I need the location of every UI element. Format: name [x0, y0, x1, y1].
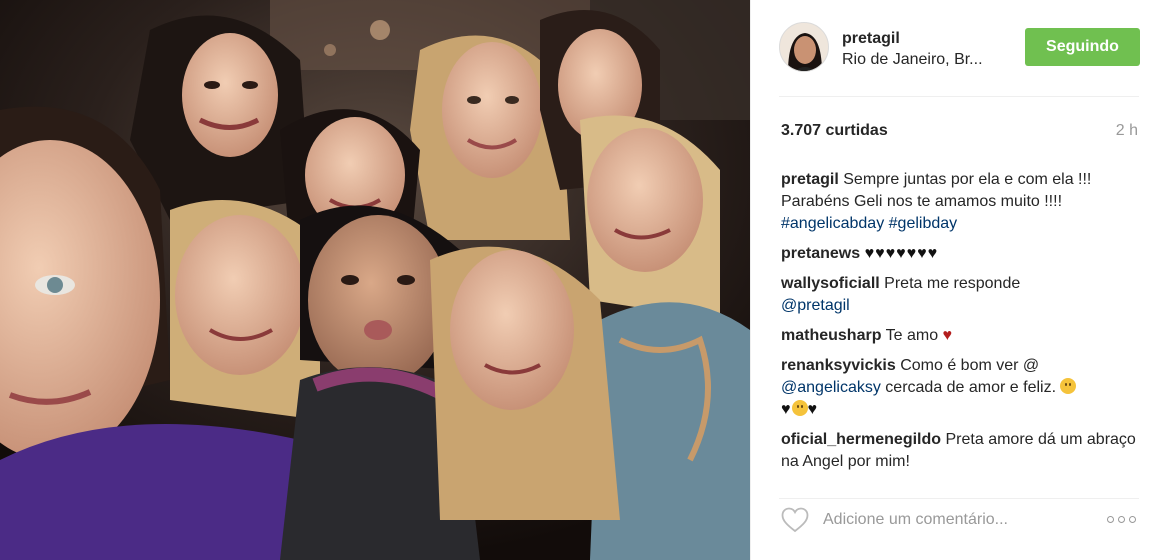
- hashtag-link[interactable]: #angelicabday: [781, 215, 884, 232]
- avatar[interactable]: [779, 22, 829, 72]
- divider: [779, 96, 1139, 97]
- group-selfie-image: [0, 0, 750, 560]
- comments-list: pretagil Sempre juntas por ela e com ela…: [781, 169, 1143, 481]
- black-hearts-emoji: ♥♥♥♥♥♥♥: [864, 245, 939, 262]
- add-comment-input[interactable]: [823, 508, 1083, 532]
- heart-outline-icon[interactable]: [781, 507, 809, 533]
- comment-username[interactable]: wallysoficiall: [781, 275, 880, 292]
- comment-username[interactable]: pretagil: [781, 171, 839, 188]
- avatar-image: [780, 23, 828, 71]
- comment-item: pretanews ♥♥♥♥♥♥♥: [781, 243, 1143, 265]
- smile-emoji-icon: [1060, 378, 1077, 394]
- red-heart-emoji: ♥: [942, 327, 953, 344]
- post-location[interactable]: Rio de Janeiro, Br...: [842, 51, 983, 69]
- comment-username[interactable]: matheusharp: [781, 327, 881, 344]
- comment-item: matheusharp Te amo ♥: [781, 325, 1143, 347]
- post-username[interactable]: pretagil: [842, 30, 900, 48]
- comment-text: Te amo: [885, 327, 943, 344]
- post-photo[interactable]: [0, 0, 750, 560]
- more-options-icon[interactable]: [1107, 512, 1141, 526]
- comment-text: Como é bom ver @: [900, 357, 1040, 374]
- comment-item: wallysoficiall Preta me responde @pretag…: [781, 273, 1143, 317]
- hashtag-link[interactable]: #gelibday: [889, 215, 958, 232]
- post-header: pretagil Rio de Janeiro, Br... Seguindo: [751, 0, 1154, 96]
- dot: [1107, 515, 1114, 523]
- comment-text: cercada de amor e feliz.: [880, 379, 1061, 396]
- comment-username[interactable]: oficial_hermenegildo: [781, 431, 941, 448]
- comment-item: oficial_hermenegildo Preta amore dá um a…: [781, 429, 1143, 473]
- like-count[interactable]: 3.707 curtidas: [781, 122, 888, 140]
- black-heart-emoji: ♥: [781, 401, 792, 418]
- comment-username[interactable]: renanksyvickis: [781, 357, 896, 374]
- mention-link[interactable]: @pretagil: [781, 297, 850, 314]
- comment-username[interactable]: pretanews: [781, 245, 860, 262]
- divider: [779, 498, 1139, 499]
- post-time[interactable]: 2 h: [1116, 122, 1138, 140]
- following-button[interactable]: Seguindo: [1025, 28, 1140, 66]
- comment-item: renanksyvickis Como é bom ver @ @angelic…: [781, 355, 1143, 421]
- dot: [1118, 515, 1125, 523]
- caption: pretagil Sempre juntas por ela e com ela…: [781, 169, 1143, 235]
- mention-link[interactable]: @angelicaksy: [781, 379, 881, 396]
- dot: [1129, 515, 1136, 523]
- comment-text: Preta me responde: [884, 275, 1021, 292]
- post-side-panel: pretagil Rio de Janeiro, Br... Seguindo …: [750, 0, 1154, 560]
- smile-emoji-icon: [791, 400, 808, 416]
- black-heart-emoji: ♥: [807, 401, 818, 418]
